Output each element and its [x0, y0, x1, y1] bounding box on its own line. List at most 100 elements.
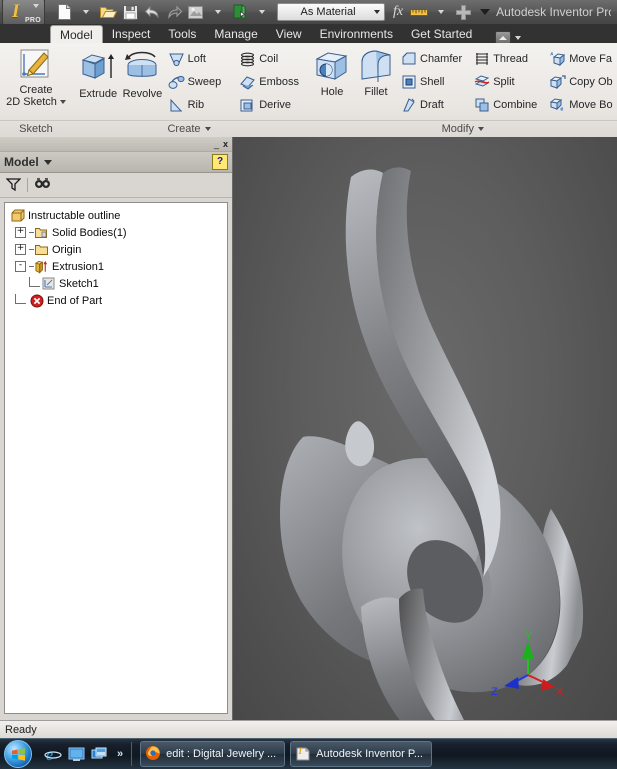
save-icon[interactable]: [119, 1, 141, 23]
panel-title-create-label: Create: [167, 123, 201, 135]
tab-environments[interactable]: Environments: [311, 25, 402, 44]
graphics-viewport[interactable]: Y X Z: [233, 137, 617, 720]
panel-title-modify-label: Modify: [441, 123, 475, 135]
parameters-icon[interactable]: fx: [393, 4, 403, 20]
chamfer-button[interactable]: Chamfer: [398, 48, 465, 70]
create-2d-sketch-button[interactable]: Create 2D Sketch: [4, 46, 68, 108]
material-icon[interactable]: [229, 1, 251, 23]
chevron-down-icon[interactable]: [59, 100, 66, 104]
chevron-down-icon[interactable]: [204, 127, 211, 131]
fillet-label: Fillet: [364, 86, 388, 98]
expand-icon[interactable]: +: [15, 244, 26, 255]
tabstrip-spacer: [0, 24, 50, 44]
chevron-down-icon[interactable]: [43, 156, 52, 168]
find-icon[interactable]: [34, 177, 51, 194]
hole-button[interactable]: Hole: [310, 46, 354, 98]
collapse-icon[interactable]: -: [15, 261, 26, 272]
derive-button[interactable]: Derive: [236, 94, 302, 116]
tree-node-extrusion1[interactable]: - Extrusion1: [7, 258, 225, 275]
create-small-col-1: Loft Sweep Rib: [165, 46, 225, 116]
move-bodies-button[interactable]: Move Bo: [546, 94, 615, 116]
browser-close-button[interactable]: x: [223, 139, 228, 149]
derive-label: Derive: [259, 99, 292, 111]
tree-node-root[interactable]: Instructable outline: [7, 207, 225, 224]
tab-get-started[interactable]: Get Started: [402, 25, 481, 44]
title-bar: I PRO As Material fx Autodesk Inventor P…: [0, 0, 617, 25]
draft-button[interactable]: Draft: [398, 94, 465, 116]
windows-logo-icon: [4, 740, 32, 768]
taskbar-window-firefox[interactable]: edit : Digital Jewelry ...: [140, 741, 286, 767]
split-button[interactable]: Split: [471, 71, 540, 93]
panel-title-modify[interactable]: Modify: [306, 120, 617, 137]
revolve-label: Revolve: [122, 88, 163, 100]
loft-icon: [168, 53, 184, 66]
chevron-down-icon[interactable]: [515, 35, 522, 40]
browser-header: Model ?: [0, 152, 232, 173]
tab-inspect[interactable]: Inspect: [103, 25, 160, 44]
emboss-button[interactable]: Emboss: [236, 71, 302, 93]
overflow-chevron-icon[interactable]: »: [117, 748, 123, 760]
panel-title-create[interactable]: Create: [72, 120, 306, 137]
expand-icon[interactable]: +: [15, 227, 26, 238]
material-combo-box[interactable]: As Material: [277, 3, 386, 21]
quick-launch-bar: e »: [43, 744, 128, 764]
help-icon[interactable]: ?: [212, 154, 228, 170]
open-file-icon[interactable]: [97, 1, 119, 23]
filter-icon[interactable]: [5, 177, 22, 194]
loft-button[interactable]: Loft: [165, 48, 225, 70]
thread-icon: [476, 53, 489, 65]
new-file-icon[interactable]: [53, 1, 75, 23]
copy-object-button[interactable]: Copy Ob: [546, 71, 615, 93]
model-tree[interactable]: Instructable outline + Solid Bodies(1) +: [4, 202, 228, 714]
tree-node-origin[interactable]: + Origin: [7, 241, 225, 258]
revolve-button[interactable]: Revolve: [120, 46, 164, 100]
create-2d-sketch-label-1: Create: [19, 84, 53, 96]
status-bar: Ready: [0, 720, 617, 739]
show-desktop-icon[interactable]: [66, 744, 86, 764]
rib-button[interactable]: Rib: [165, 94, 225, 116]
browser-caption-bar: _ x: [0, 137, 232, 152]
taskbar-window-inventor[interactable]: I Autodesk Inventor P...: [290, 741, 432, 767]
extrude-button[interactable]: Extrude: [76, 46, 120, 100]
axis-label-z: Z: [491, 686, 498, 698]
fillet-button[interactable]: Fillet: [354, 46, 398, 98]
taskbar-separator: [131, 742, 133, 766]
tree-connector: [15, 293, 26, 304]
appearance-dropdown-icon[interactable]: [207, 1, 229, 23]
tab-tools[interactable]: Tools: [159, 25, 205, 44]
revolve-icon: [125, 51, 157, 77]
tree-node-solid-bodies[interactable]: + Solid Bodies(1): [7, 224, 225, 241]
derive-icon: [240, 99, 253, 111]
sweep-button[interactable]: Sweep: [165, 71, 225, 93]
application-menu-button[interactable]: I PRO: [2, 0, 46, 25]
tab-model[interactable]: Model: [50, 25, 103, 44]
internet-explorer-icon[interactable]: e: [43, 744, 63, 764]
measure-dropdown-icon[interactable]: [430, 1, 452, 23]
chevron-down-icon[interactable]: [478, 127, 485, 131]
tab-manage[interactable]: Manage: [205, 25, 266, 44]
hole-icon: [315, 52, 348, 80]
measure-icon[interactable]: [408, 1, 430, 23]
browser-minimize-button[interactable]: _: [214, 139, 219, 149]
move-face-label: Move Fa: [569, 53, 613, 65]
material-dropdown-icon[interactable]: [251, 1, 273, 23]
ribbon-tab-strip: Model Inspect Tools Manage View Environm…: [0, 24, 617, 44]
switch-window-icon[interactable]: [89, 744, 109, 764]
new-file-dropdown-icon[interactable]: [75, 1, 97, 23]
combine-button[interactable]: Combine: [471, 94, 540, 116]
rib-icon: [170, 98, 182, 111]
tree-node-end-of-part[interactable]: End of Part: [7, 292, 225, 309]
shell-button[interactable]: Shell: [398, 71, 465, 93]
coil-button[interactable]: Coil: [236, 48, 302, 70]
tree-node-sketch1[interactable]: Sketch1: [7, 275, 225, 292]
redo-icon[interactable]: [163, 1, 185, 23]
create-small-col-2: Coil Emboss Derive: [236, 46, 302, 116]
undo-icon[interactable]: [141, 1, 163, 23]
thread-button[interactable]: Thread: [471, 48, 540, 70]
appearance-icon[interactable]: [185, 1, 207, 23]
qat-overflow-icon[interactable]: [474, 1, 496, 23]
start-button[interactable]: [1, 740, 35, 768]
move-face-button[interactable]: Move Fa: [546, 48, 615, 70]
tab-view[interactable]: View: [267, 25, 311, 44]
add-icon[interactable]: [452, 1, 474, 23]
